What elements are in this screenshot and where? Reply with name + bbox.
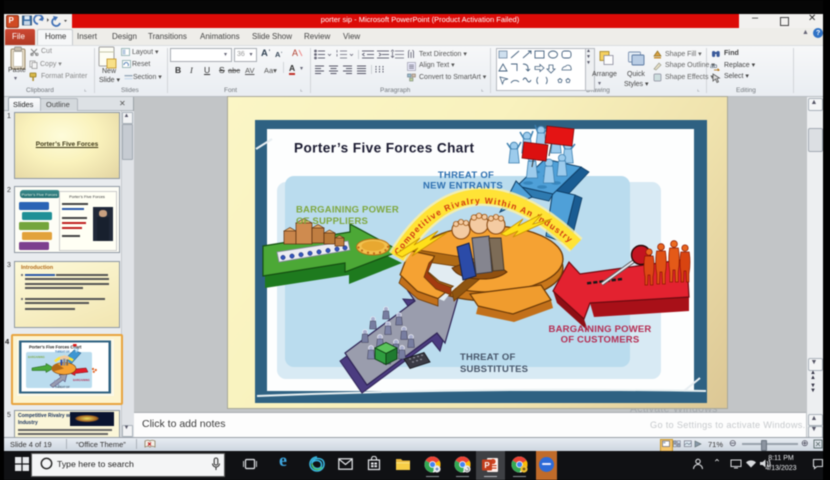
svg-text:A: A [292, 48, 298, 58]
svg-text:SUBSTITUTES: SUBSTITUTES [460, 364, 528, 375]
svg-text:P: P [484, 461, 490, 470]
svg-text:THREAT OF: THREAT OF [460, 352, 515, 363]
svg-text:THREAT OF: THREAT OF [55, 350, 70, 354]
svg-text:BARGAINING: BARGAINING [28, 355, 45, 359]
svg-text:OF SUPPLIERS: OF SUPPLIERS [296, 216, 368, 227]
svg-text:THREAT OF: THREAT OF [438, 170, 494, 181]
svg-text:BARGAINING POWER: BARGAINING POWER [296, 205, 399, 216]
svg-text:BARGAINING: BARGAINING [73, 378, 90, 382]
svg-text:OF CUSTOMERS: OF CUSTOMERS [561, 335, 640, 346]
svg-text:NEW ENTRANTS: NEW ENTRANTS [423, 181, 503, 192]
svg-text:THREAT OF: THREAT OF [55, 385, 70, 389]
svg-text:ab: ab [710, 63, 718, 70]
svg-text:BARGAINING POWER: BARGAINING POWER [549, 324, 652, 335]
svg-text:Porter’s Five Forces Chart: Porter’s Five Forces Chart [294, 141, 474, 156]
